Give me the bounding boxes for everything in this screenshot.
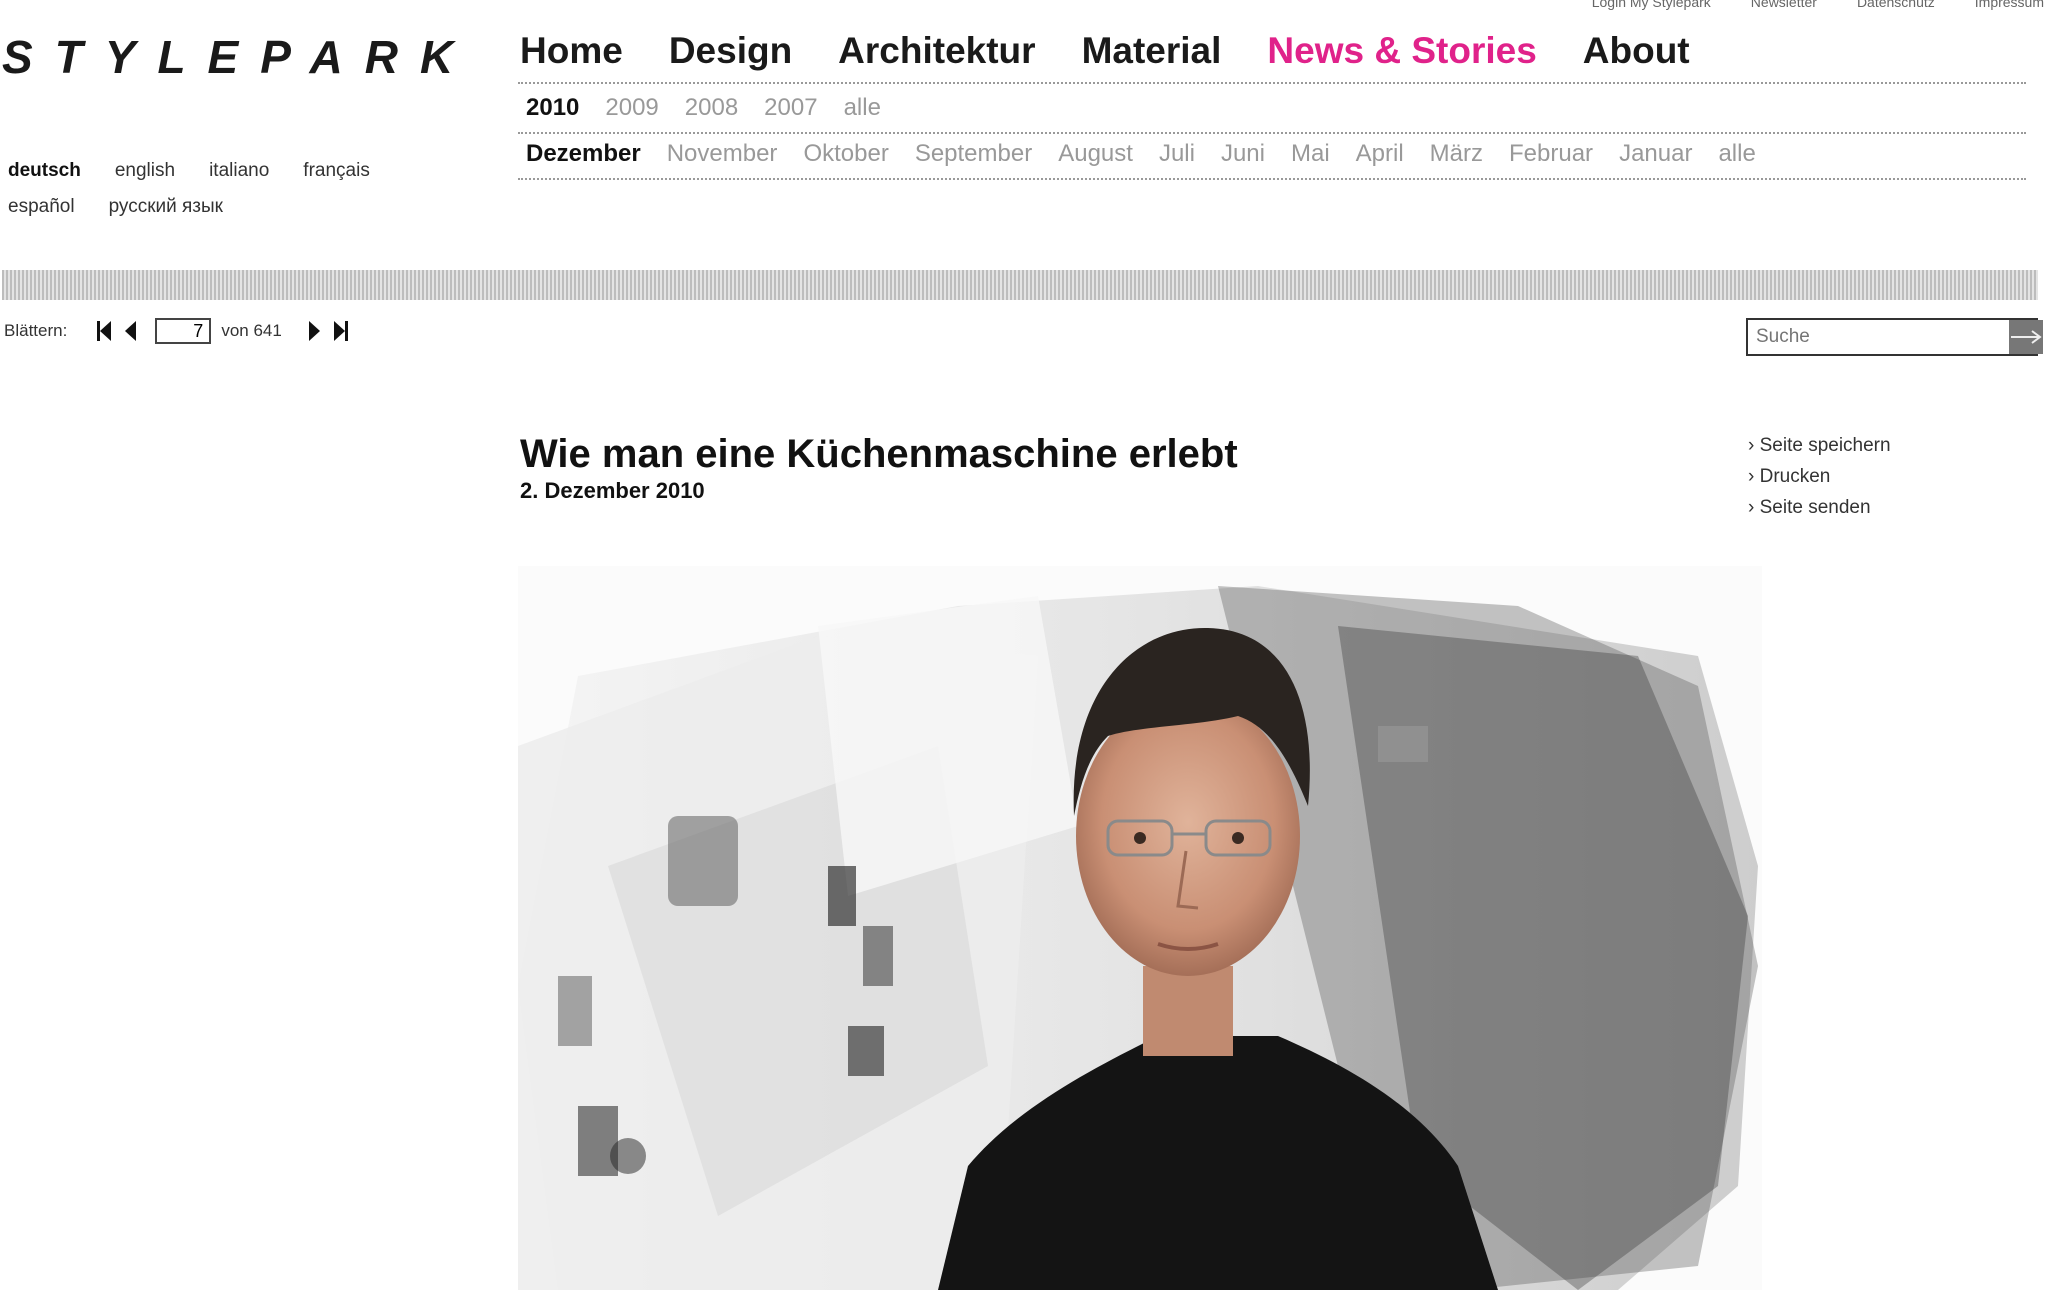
year-2008[interactable]: 2008 (685, 94, 738, 122)
year-2010[interactable]: 2010 (526, 94, 579, 122)
search-submit-button[interactable] (2009, 320, 2043, 354)
pager: Blättern: von 641 (4, 318, 358, 344)
month-juni[interactable]: Juni (1221, 140, 1265, 168)
lang-russian[interactable]: русский язык (109, 196, 223, 218)
login-link[interactable]: Login My Stylepark (1592, 0, 1711, 10)
year-2007[interactable]: 2007 (764, 94, 817, 122)
hatched-separator (2, 270, 2038, 300)
article-date: 2. Dezember 2010 (520, 478, 705, 503)
lang-italiano[interactable]: italiano (209, 160, 269, 182)
article-photo (518, 566, 1762, 1290)
save-page-link[interactable]: Seite speichern (1748, 430, 1891, 461)
last-page-icon[interactable] (332, 318, 350, 344)
month-august[interactable]: August (1058, 140, 1133, 168)
nav-design[interactable]: Design (669, 30, 792, 72)
month-februar[interactable]: Februar (1509, 140, 1593, 168)
article-title: Wie man eine Küchenmaschine erlebt (520, 432, 1238, 476)
month-filter: Dezember November Oktober September Augu… (526, 140, 1756, 168)
month-mai[interactable]: Mai (1291, 140, 1330, 168)
send-page-link[interactable]: Seite senden (1748, 492, 1891, 523)
nav-material[interactable]: Material (1082, 30, 1222, 72)
first-page-icon[interactable] (95, 318, 113, 344)
lang-english[interactable]: english (115, 160, 175, 182)
lang-francais[interactable]: français (303, 160, 370, 182)
imprint-link[interactable]: Impressum (1975, 0, 2044, 10)
privacy-link[interactable]: Datenschutz (1857, 0, 1935, 10)
language-switcher: deutsch english italiano français español ру… (8, 160, 428, 232)
month-divider (518, 178, 2026, 180)
nav-about[interactable]: About (1583, 30, 1690, 72)
month-all[interactable]: alle (1718, 140, 1755, 168)
search-box (1746, 318, 2043, 356)
utility-links: Login My Stylepark Newsletter Datenschut… (1592, 0, 2044, 10)
month-april[interactable]: April (1356, 140, 1404, 168)
article-actions: Seite speichern Drucken Seite senden (1748, 430, 1891, 523)
year-divider (518, 132, 2026, 134)
portrait-collage-image (518, 566, 1762, 1290)
arrow-right-icon (2011, 330, 2042, 344)
month-september[interactable]: September (915, 140, 1032, 168)
next-page-icon[interactable] (306, 318, 324, 344)
month-maerz[interactable]: März (1430, 140, 1483, 168)
nav-home[interactable]: Home (520, 30, 623, 72)
year-filter: 2010 2009 2008 2007 alle (526, 94, 881, 122)
site-logo[interactable]: STYLEPARK (2, 30, 475, 84)
month-juli[interactable]: Juli (1159, 140, 1195, 168)
month-oktober[interactable]: Oktober (803, 140, 888, 168)
lang-deutsch[interactable]: deutsch (8, 160, 81, 182)
print-link[interactable]: Drucken (1748, 461, 1891, 492)
lang-espanol[interactable]: español (8, 196, 75, 218)
page-number-input[interactable] (155, 318, 212, 344)
month-januar[interactable]: Januar (1619, 140, 1692, 168)
search-input[interactable] (1748, 320, 2009, 354)
year-all[interactable]: alle (844, 94, 881, 122)
prev-page-icon[interactable] (121, 318, 139, 344)
year-2009[interactable]: 2009 (605, 94, 658, 122)
main-nav: Home Design Architektur Material News & … (520, 30, 1690, 72)
pager-label: Blättern: (4, 321, 68, 340)
page-total: von 641 (221, 321, 282, 340)
nav-architektur[interactable]: Architektur (838, 30, 1035, 72)
month-november[interactable]: November (667, 140, 778, 168)
nav-divider (518, 82, 2026, 84)
month-dezember[interactable]: Dezember (526, 140, 641, 168)
nav-news-stories[interactable]: News & Stories (1267, 30, 1536, 72)
newsletter-link[interactable]: Newsletter (1751, 0, 1817, 10)
